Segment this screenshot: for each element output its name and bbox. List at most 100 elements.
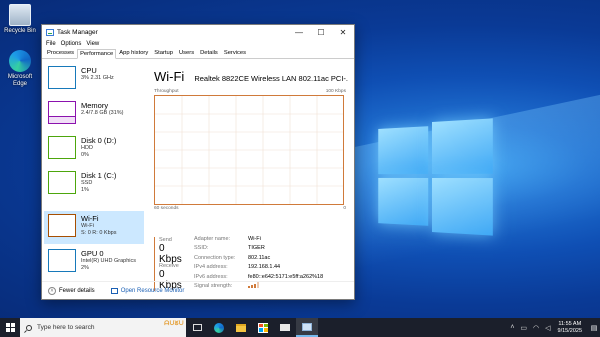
sidebar-item-cpu[interactable]: CPU 3% 2.31 GHz <box>44 63 144 96</box>
menu-view[interactable]: View <box>86 41 99 47</box>
adapter-name: Realtek 8822CE Wireless LAN 802.11ac PCI… <box>194 74 349 83</box>
tab-users[interactable]: Users <box>176 48 197 58</box>
sidebar-item-sub: HDD <box>81 145 93 151</box>
prop-value: 802.11ac <box>248 254 271 261</box>
windows-wallpaper-logo <box>378 118 493 236</box>
clock-date: 9/15/2025 <box>557 327 582 334</box>
close-button[interactable]: ✕ <box>332 25 354 39</box>
resource-monitor-icon <box>110 287 118 294</box>
mail-icon <box>280 324 290 331</box>
detail-title: Wi-Fi <box>154 69 185 84</box>
task-manager-icon <box>302 322 312 331</box>
taskbar-task-manager[interactable] <box>296 318 318 337</box>
clock-time: 11:55 AM <box>558 320 582 327</box>
performance-sidebar: CPU 3% 2.31 GHz Memory 2.4/7.8 GB (31%) … <box>44 63 144 277</box>
start-button[interactable] <box>0 318 20 337</box>
taskbar-store[interactable] <box>252 318 274 337</box>
desktop-icon-edge[interactable]: Microsoft Edge <box>0 50 40 88</box>
tab-services[interactable]: Services <box>221 48 249 58</box>
prop-key: IPv4 address: <box>194 264 228 271</box>
gpu-mini-graph <box>48 249 76 272</box>
chevron-up-icon[interactable]: ˄ <box>48 286 56 295</box>
resource-monitor-label: Open Resource Monitor <box>120 287 185 294</box>
wifi-mini-graph <box>48 214 76 237</box>
send-block: Send 0 Kbps <box>154 237 190 265</box>
menu-file[interactable]: File <box>46 41 56 47</box>
taskbar: Type here to search ᗩᑌᘜᑌ ˄ ▭ ◠ ◁ 11:55 A… <box>0 318 600 337</box>
send-value: 0 Kbps <box>159 243 182 265</box>
task-view-icon <box>192 324 202 331</box>
wifi-icon[interactable]: ◠ <box>533 324 539 332</box>
task-manager-window: Task Manager — ☐ ✕ File Options View Pro… <box>41 24 355 300</box>
search-placeholder: Type here to search <box>37 324 95 331</box>
notification-icon[interactable]: ▤ <box>588 318 600 337</box>
tab-bar: Processes Performance App history Startu… <box>42 49 354 59</box>
edge-icon <box>214 322 224 333</box>
disk1-mini-graph <box>48 171 76 194</box>
sidebar-item-sub: 3% 2.31 GHz <box>81 75 114 81</box>
tab-startup[interactable]: Startup <box>151 48 176 58</box>
graph-zero-label: 0 <box>343 206 346 211</box>
taskbar-file-explorer[interactable] <box>230 318 252 337</box>
store-icon <box>258 322 268 333</box>
desktop-icon-recycle-bin[interactable]: Recycle Bin <box>0 4 40 35</box>
sidebar-item-sub2: S: 0 R: 0 Kbps <box>81 229 117 236</box>
search-highlight-text: ᗩᑌᘜᑌ <box>164 321 184 327</box>
folder-icon <box>236 323 246 332</box>
prop-key: Connection type: <box>194 254 236 261</box>
sidebar-item-label: Disk 1 (C:) <box>81 171 117 180</box>
window-title: Task Manager <box>57 28 98 36</box>
detail-pane: Wi-Fi Realtek 8822CE Wireless LAN 802.11… <box>148 63 354 291</box>
edge-icon <box>9 50 31 72</box>
task-view-button[interactable] <box>186 318 208 337</box>
maximize-button[interactable]: ☐ <box>310 25 332 39</box>
volume-icon[interactable]: ◁ <box>545 324 550 332</box>
sidebar-item-sub2: 1% <box>81 186 89 193</box>
fewer-details-link[interactable]: Fewer details <box>59 288 95 294</box>
sidebar-item-disk0[interactable]: Disk 0 (D:) HDD 0% <box>44 133 144 166</box>
disk0-mini-graph <box>48 136 76 159</box>
clock[interactable]: 11:55 AM 9/15/2025 <box>558 321 582 335</box>
sidebar-item-memory[interactable]: Memory 2.4/7.8 GB (31%) <box>44 98 144 131</box>
resource-monitor-link[interactable]: Open Resource Monitor <box>110 287 185 294</box>
minimize-button[interactable]: — <box>288 25 310 39</box>
sidebar-item-sub: Intel(R) UHD Graphics <box>81 258 137 264</box>
prop-value: Wi-Fi <box>248 236 261 242</box>
taskbar-mail[interactable] <box>274 318 296 337</box>
sidebar-item-label: CPU <box>81 66 97 75</box>
search-box[interactable]: Type here to search ᗩᑌᘜᑌ <box>20 318 186 337</box>
sidebar-item-sub: Wi-Fi <box>81 223 94 229</box>
prop-value: 192.168.1.44 <box>248 264 281 271</box>
graph-max-label: 100 Kbps <box>325 89 346 94</box>
sidebar-item-label: Disk 0 (D:) <box>81 136 117 145</box>
sidebar-item-sub2: 2% <box>81 264 89 271</box>
network-icon[interactable]: ▭ <box>520 324 527 332</box>
footer: ˄ Fewer details Open Resource Monitor <box>42 281 354 299</box>
title-bar[interactable]: Task Manager — ☐ ✕ <box>42 25 354 39</box>
sidebar-item-gpu[interactable]: GPU 0 Intel(R) UHD Graphics 2% <box>44 246 144 279</box>
system-tray: ˄ ▭ ◠ ◁ 11:55 AM 9/15/2025 ▤ <box>507 318 600 337</box>
cpu-mini-graph <box>48 66 76 89</box>
tab-app-history[interactable]: App history <box>116 48 151 58</box>
sidebar-item-label: GPU 0 <box>81 249 104 258</box>
desktop-icon-label: Recycle Bin <box>4 28 36 34</box>
tab-details[interactable]: Details <box>197 48 221 58</box>
search-icon <box>26 324 32 331</box>
tab-performance[interactable]: Performance <box>77 49 117 59</box>
sidebar-item-disk1[interactable]: Disk 1 (C:) SSD 1% <box>44 168 144 201</box>
prop-key: Adapter name: <box>194 236 231 242</box>
taskbar-edge[interactable] <box>208 318 230 337</box>
memory-mini-graph <box>48 101 76 124</box>
prop-key: SSID: <box>194 245 209 252</box>
windows-start-icon <box>5 323 15 332</box>
sidebar-item-wifi[interactable]: Wi-Fi Wi-Fi S: 0 R: 0 Kbps <box>44 211 144 244</box>
graph-label: Throughput <box>154 89 179 94</box>
sidebar-item-sub: SSD <box>81 180 93 186</box>
sidebar-item-label: Wi-Fi <box>81 214 99 223</box>
sidebar-item-sub2: 0% <box>81 151 89 158</box>
menu-options[interactable]: Options <box>61 41 82 47</box>
sidebar-item-label: Memory <box>81 101 109 110</box>
chevron-up-icon[interactable]: ˄ <box>510 324 514 331</box>
throughput-graph <box>154 95 344 205</box>
tab-processes[interactable]: Processes <box>44 48 77 58</box>
